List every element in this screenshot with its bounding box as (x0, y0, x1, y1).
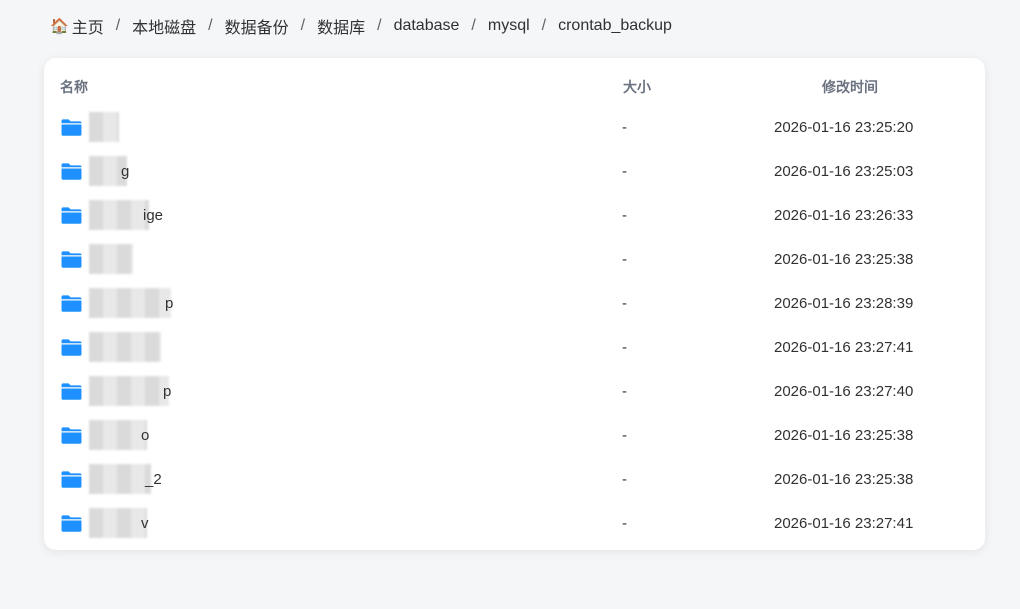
breadcrumb-separator: / (208, 17, 213, 34)
folder-icon (61, 339, 82, 356)
table-row[interactable]: v - 2026-01-16 23:27:41 (44, 502, 985, 546)
file-name[interactable]: _2 (145, 471, 162, 488)
breadcrumb-separator: / (377, 17, 382, 34)
home-icon: 🏠 (50, 18, 69, 35)
breadcrumb-database-cn[interactable]: 数据库 (317, 14, 365, 38)
breadcrumb-home-label: 主页 (71, 20, 104, 37)
file-modified-time: 2026-01-16 23:26:33 (774, 207, 914, 224)
breadcrumb-data-backup[interactable]: 数据备份 (225, 14, 289, 38)
file-modified-time: 2026-01-16 23:27:41 (774, 515, 914, 532)
table-row[interactable]: p - 2026-01-16 23:27:40 (44, 370, 985, 414)
file-size: - (622, 207, 627, 224)
redacted-name-blur (89, 244, 133, 274)
folder-icon (61, 295, 82, 312)
table-row[interactable]: - 2026-01-16 23:25:38 (44, 238, 985, 282)
redacted-name-blur (89, 508, 147, 538)
column-header-name[interactable]: 名称 (60, 77, 88, 97)
breadcrumb-separator: / (541, 17, 547, 34)
breadcrumb: 🏠 主页 / 本地磁盘 / 数据备份 / 数据库 / database / my… (50, 14, 672, 38)
file-size: - (622, 295, 627, 312)
folder-icon (61, 119, 82, 136)
file-name[interactable]: ige (143, 207, 163, 224)
folder-icon (61, 383, 82, 400)
table-row[interactable]: _2 - 2026-01-16 23:25:38 (44, 458, 985, 502)
folder-icon (61, 251, 82, 268)
folder-icon (61, 163, 82, 180)
breadcrumb-crontab-backup[interactable]: crontab_backup (558, 17, 672, 35)
file-size: - (622, 251, 627, 268)
file-modified-time: 2026-01-16 23:28:39 (774, 295, 914, 312)
file-modified-time: 2026-01-16 23:25:20 (774, 119, 914, 136)
file-size: - (622, 119, 627, 136)
redacted-name-blur (89, 420, 147, 450)
redacted-name-blur (89, 464, 151, 494)
breadcrumb-separator: / (115, 17, 121, 34)
column-header-modified[interactable]: 修改时间 (778, 77, 922, 97)
table-row[interactable]: - 2026-01-16 23:27:41 (44, 326, 985, 370)
redacted-name-blur (89, 112, 119, 142)
column-header-size[interactable]: 大小 (623, 77, 651, 97)
redacted-name-blur (89, 376, 169, 406)
file-modified-time: 2026-01-16 23:27:40 (774, 383, 914, 400)
file-modified-time: 2026-01-16 23:25:38 (774, 427, 914, 444)
folder-icon (61, 427, 82, 444)
redacted-name-blur (89, 288, 171, 318)
folder-icon (61, 471, 82, 488)
file-name[interactable]: p (165, 295, 173, 312)
file-name[interactable]: v (141, 515, 149, 532)
file-size: - (622, 339, 627, 356)
file-name[interactable]: p (163, 383, 171, 400)
file-size: - (622, 427, 627, 444)
file-size: - (622, 383, 627, 400)
table-row[interactable]: o - 2026-01-16 23:25:38 (44, 414, 985, 458)
file-list: - 2026-01-16 23:25:20 g - 2026-01-16 23:… (44, 106, 985, 546)
breadcrumb-database[interactable]: database (394, 17, 460, 35)
folder-icon (61, 515, 82, 532)
breadcrumb-mysql[interactable]: mysql (488, 17, 530, 35)
file-size: - (622, 163, 627, 180)
table-header: 名称 大小 修改时间 (44, 58, 985, 112)
file-size: - (622, 471, 627, 488)
breadcrumb-home[interactable]: 🏠 主页 (50, 14, 104, 38)
folder-icon (61, 207, 82, 224)
file-name[interactable]: g (121, 163, 129, 180)
file-modified-time: 2026-01-16 23:25:38 (774, 471, 914, 488)
table-row[interactable]: ige - 2026-01-16 23:26:33 (44, 194, 985, 238)
file-name[interactable]: o (141, 427, 149, 444)
file-size: - (622, 515, 627, 532)
table-row[interactable]: g - 2026-01-16 23:25:03 (44, 150, 985, 194)
redacted-name-blur (89, 332, 161, 362)
table-row[interactable]: - 2026-01-16 23:25:20 (44, 106, 985, 150)
file-modified-time: 2026-01-16 23:25:03 (774, 163, 914, 180)
redacted-name-blur (89, 200, 149, 230)
breadcrumb-local-disk[interactable]: 本地磁盘 (132, 14, 196, 38)
table-row[interactable]: p - 2026-01-16 23:28:39 (44, 282, 985, 326)
breadcrumb-separator: / (471, 17, 476, 34)
file-modified-time: 2026-01-16 23:25:38 (774, 251, 914, 268)
file-modified-time: 2026-01-16 23:27:41 (774, 339, 914, 356)
file-list-card: 名称 大小 修改时间 - 2026-01-16 23:25:20 g - 202… (44, 58, 985, 550)
breadcrumb-separator: / (300, 17, 306, 34)
